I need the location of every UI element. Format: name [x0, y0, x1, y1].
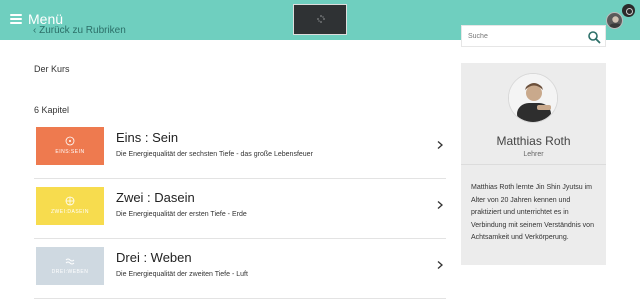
chapter-thumbnail: EINS:SEIN [36, 127, 104, 165]
chapter-title: Eins : Sein [116, 130, 179, 145]
logo-dots-icon [317, 15, 325, 23]
teacher-role: Lehrer [523, 151, 544, 158]
chapter-thumbnail-text: DREI:WEBEN [51, 269, 89, 275]
teacher-panel: Matthias Roth Lehrer Matthias Roth lernt… [461, 63, 606, 265]
chapter-thumbnail: ZWEI:DASEIN [36, 187, 104, 225]
chapter-row-3[interactable]: DREI:WEBEN Drei : Weben Die Energiequali… [34, 239, 446, 299]
search-icon[interactable] [587, 30, 601, 44]
back-to-categories-link[interactable]: ‹ Zurück zu Rubriken [33, 25, 126, 36]
teacher-bio: Matthias Roth lernte Jin Shin Jyutsu im … [471, 184, 594, 241]
wave-icon [65, 258, 75, 265]
user-avatar[interactable] [606, 12, 623, 29]
course-heading: Der Kurs [34, 64, 70, 74]
chapter-description: Die Energiequalität der sechsten Tiefe -… [116, 151, 313, 158]
teacher-avatar [508, 73, 558, 123]
chevron-right-icon [437, 261, 443, 269]
chapter-row-2[interactable]: ZWEI:DASEIN Zwei : Dasein Die Energiequa… [34, 179, 446, 239]
circle-dot-icon [65, 136, 75, 146]
teacher-profile-header: Matthias Roth Lehrer [461, 63, 606, 165]
chapter-list: EINS:SEIN Eins : Sein Die Energiequalitä… [34, 119, 446, 299]
chapter-thumbnail-text: ZWEI:DASEIN [50, 209, 89, 215]
chapter-thumbnail-text: EINS:SEIN [55, 149, 85, 155]
chapter-row-1[interactable]: EINS:SEIN Eins : Sein Die Energiequalitä… [34, 119, 446, 179]
chapters-count: 6 Kapitel [34, 105, 70, 115]
chapter-thumbnail: DREI:WEBEN [36, 247, 104, 285]
circle-cross-icon [65, 196, 75, 206]
search-input[interactable] [462, 32, 582, 40]
search-box [461, 25, 606, 47]
chapter-description: Die Energiequalität der ersten Tiefe - E… [116, 211, 247, 218]
chapter-title: Drei : Weben [116, 250, 192, 265]
chapter-title: Zwei : Dasein [116, 190, 195, 205]
teacher-name: Matthias Roth [496, 134, 571, 148]
chapter-description: Die Energiequalität der zweiten Tiefe - … [116, 271, 248, 278]
chevron-right-icon [437, 141, 443, 149]
site-logo[interactable] [293, 4, 347, 35]
chevron-right-icon [437, 201, 443, 209]
gear-icon[interactable] [622, 4, 635, 17]
hamburger-icon [10, 14, 22, 24]
